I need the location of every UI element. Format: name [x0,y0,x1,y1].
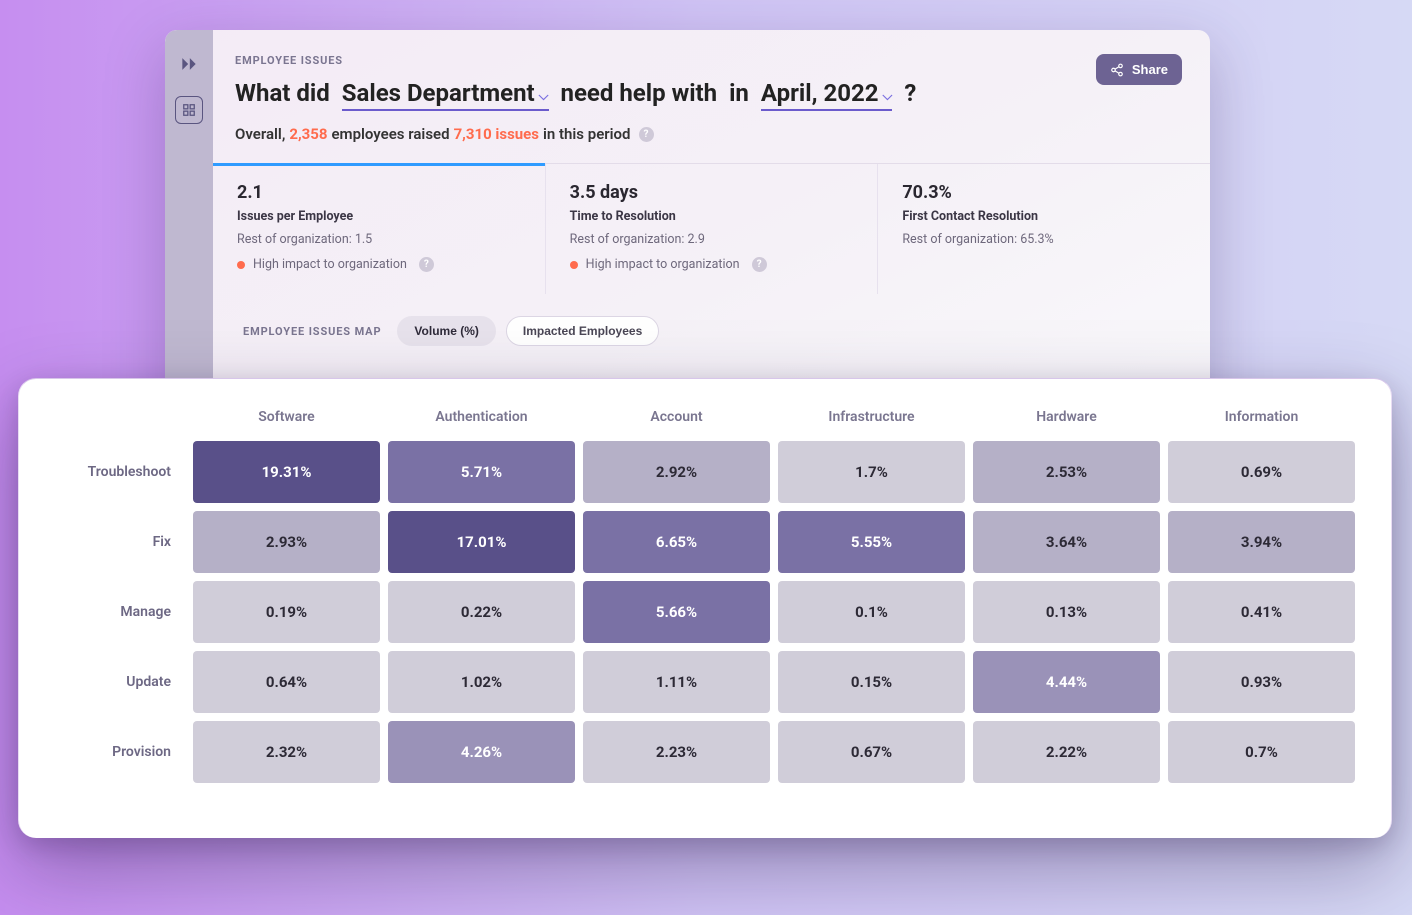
share-icon [1110,63,1124,77]
heatmap-grid: SoftwareAuthenticationAccountInfrastruct… [55,401,1355,783]
share-label: Share [1132,62,1168,77]
column-header: Authentication [388,401,575,433]
impact-dot-icon [237,261,245,269]
column-header: Software [193,401,380,433]
metric-sub: Rest of organization: 65.3% [902,232,1186,247]
chevron-down-icon: ⌵ [539,89,549,104]
heatmap-cell[interactable]: 2.53% [973,441,1160,503]
heatmap-cell[interactable]: 0.13% [973,581,1160,643]
help-icon[interactable]: ? [419,257,434,272]
fast-forward-icon[interactable] [175,50,203,78]
summary-line: Overall, 2,358 employees raised 7,310 is… [235,125,916,143]
section-eyebrow: EMPLOYEE ISSUES [235,54,916,67]
heatmap-cell[interactable]: 2.23% [583,721,770,783]
department-value: Sales Department [342,79,535,107]
column-header: Information [1168,401,1355,433]
heatmap-cell[interactable]: 3.94% [1168,511,1355,573]
issues-count: 7,310 issues [454,125,539,143]
impacted-toggle[interactable]: Impacted Employees [506,316,659,346]
impact-text: High impact to organization [586,257,740,272]
metric-card[interactable]: 3.5 days Time to Resolution Rest of organi… [546,164,879,294]
impact-text: High impact to organization [253,257,407,272]
metric-value: 2.1 [237,182,521,203]
metric-impact: High impact to organization? [570,257,854,272]
heatmap-cell[interactable]: 1.02% [388,651,575,713]
heatmap-cell[interactable]: 0.22% [388,581,575,643]
metric-card[interactable]: 70.3% First Contact Resolution Rest of org… [878,164,1210,294]
heatmap-cell[interactable]: 0.93% [1168,651,1355,713]
metric-sub: Rest of organization: 2.9 [570,232,854,247]
map-section-label: EMPLOYEE ISSUES MAP [243,325,381,338]
row-header: Update [55,651,185,713]
heatmap-cell[interactable]: 1.11% [583,651,770,713]
metrics-row: 2.1 Issues per Employee Rest of organizati… [213,163,1210,294]
metric-value: 3.5 days [570,182,854,203]
view-toggle: Volume (%) Impacted Employees [397,316,659,346]
department-dropdown[interactable]: Sales Department ⌵ [342,79,549,111]
heatmap-cell[interactable]: 2.93% [193,511,380,573]
heatmap-panel: SoftwareAuthenticationAccountInfrastruct… [18,378,1392,838]
heatmap-cell[interactable]: 0.19% [193,581,380,643]
summary-text: employees raised [331,125,449,143]
impact-dot-icon [570,261,578,269]
column-header: Infrastructure [778,401,965,433]
summary-text: in this period [543,125,631,143]
heatmap-cell[interactable]: 2.22% [973,721,1160,783]
heatmap-cell[interactable]: 0.67% [778,721,965,783]
column-header: Account [583,401,770,433]
period-value: April, 2022 [761,79,879,107]
volume-toggle[interactable]: Volume (%) [397,316,495,346]
heatmap-cell[interactable]: 4.26% [388,721,575,783]
help-icon[interactable]: ? [639,127,654,142]
heatmap-cell[interactable]: 19.31% [193,441,380,503]
heatmap-cell[interactable]: 5.66% [583,581,770,643]
chevron-down-icon: ⌵ [883,89,893,104]
heatmap-cell[interactable]: 0.64% [193,651,380,713]
title-text: in [729,79,755,107]
help-icon[interactable]: ? [752,257,767,272]
summary-text: Overall, [235,125,285,143]
heatmap-cell[interactable]: 3.64% [973,511,1160,573]
metric-label: First Contact Resolution [902,209,1186,224]
row-header: Fix [55,511,185,573]
title-text: need help with [555,79,724,107]
map-toolbar: EMPLOYEE ISSUES MAP Volume (%) Impacted … [235,294,1182,346]
heatmap-cell[interactable]: 0.69% [1168,441,1355,503]
heatmap-cell[interactable]: 0.1% [778,581,965,643]
grid-icon[interactable] [175,96,203,124]
heatmap-cell[interactable]: 2.32% [193,721,380,783]
metric-card[interactable]: 2.1 Issues per Employee Rest of organizati… [213,164,546,294]
row-header: Manage [55,581,185,643]
title-text: What did [235,79,336,107]
heatmap-cell[interactable]: 17.01% [388,511,575,573]
heatmap-cell[interactable]: 0.7% [1168,721,1355,783]
metric-label: Issues per Employee [237,209,521,224]
share-button[interactable]: Share [1096,54,1182,85]
metric-sub: Rest of organization: 1.5 [237,232,521,247]
period-dropdown[interactable]: April, 2022 ⌵ [761,79,893,111]
metric-impact: High impact to organization? [237,257,521,272]
row-header: Provision [55,721,185,783]
metric-label: Time to Resolution [570,209,854,224]
heatmap-cell[interactable]: 5.71% [388,441,575,503]
page-title: What did Sales Department ⌵ need help wi… [235,79,916,111]
heatmap-corner [55,401,185,433]
heatmap-cell[interactable]: 4.44% [973,651,1160,713]
employees-count: 2,358 [289,125,327,143]
heatmap-cell[interactable]: 0.15% [778,651,965,713]
metric-value: 70.3% [902,182,1186,203]
heatmap-cell[interactable]: 6.65% [583,511,770,573]
heatmap-cell[interactable]: 0.41% [1168,581,1355,643]
row-header: Troubleshoot [55,441,185,503]
column-header: Hardware [973,401,1160,433]
title-text: ? [898,79,916,107]
heatmap-cell[interactable]: 2.92% [583,441,770,503]
heatmap-cell[interactable]: 5.55% [778,511,965,573]
heatmap-cell[interactable]: 1.7% [778,441,965,503]
